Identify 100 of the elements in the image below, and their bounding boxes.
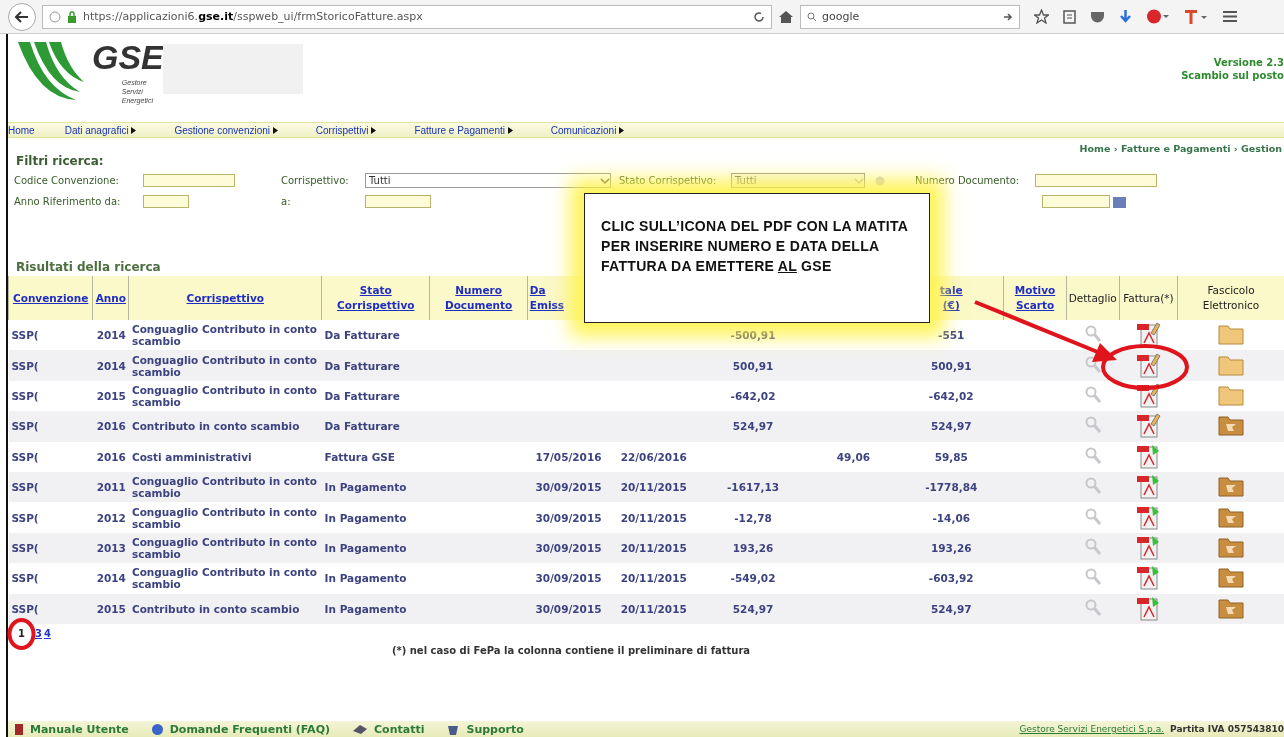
year-cell: 2016 [96, 420, 126, 433]
column-header[interactable]: Numero Documento [429, 276, 528, 320]
magnifier-icon[interactable] [1084, 355, 1101, 374]
convention-cell: SSP( [11, 450, 39, 463]
page-link[interactable]: 3 [34, 627, 42, 639]
calendar-icon[interactable] [1113, 195, 1126, 208]
filters-title: Filtri ricerca: [16, 154, 105, 168]
date-cell: 20/11/2015 [620, 602, 687, 615]
field-label: Codice Convenzione: [14, 175, 120, 186]
pdf-pencil-icon[interactable] [1135, 381, 1162, 408]
home-icon[interactable] [778, 9, 794, 24]
footer-link[interactable]: Domande Frequenti (FAQ) [169, 722, 330, 736]
input-field[interactable] [143, 174, 235, 187]
issue-date-cell: 17/05/2016 [535, 450, 602, 463]
date-cell: 20/11/2015 [620, 572, 687, 585]
date-cell: 20/11/2015 [620, 481, 687, 494]
amount-cell: -500,91 [730, 329, 776, 342]
input-field[interactable] [1035, 174, 1157, 187]
fee-cell: Conguaglio Contributo in conto scambio [131, 475, 317, 500]
column-header[interactable]: Corrispettivo [128, 276, 322, 320]
back-button[interactable] [8, 2, 36, 31]
input-field[interactable] [1042, 195, 1110, 208]
input-field[interactable] [143, 195, 189, 208]
menu-item[interactable]: Corrispettivi [315, 124, 377, 136]
input-field[interactable] [365, 195, 431, 208]
dropdown[interactable]: Tutti [365, 173, 611, 188]
amount-cell: -1617,13 [726, 481, 780, 494]
amount-cell: 500,91 [732, 359, 774, 372]
reload-icon[interactable] [753, 10, 765, 23]
footnote: (*) nel caso di FePa la colonna contiene il preliminare di fattura [390, 644, 752, 656]
total-cell: -551 [938, 329, 965, 342]
year-cell: 2013 [96, 541, 126, 554]
convention-cell: SSP( [11, 329, 39, 342]
folder-icon[interactable] [1217, 414, 1244, 437]
service-label: Scambio sul posto [1181, 69, 1284, 82]
folder-icon[interactable] [1217, 535, 1244, 558]
status-cell: Da Fatturare [324, 420, 400, 433]
fee-cell: Contributo in conto scambio [131, 420, 300, 433]
issue-date-cell: 30/09/2015 [535, 511, 602, 524]
total-cell: -603,92 [928, 572, 974, 585]
pdf-pencil-icon[interactable] [1135, 321, 1162, 348]
footer-link[interactable]: Contatti [374, 722, 425, 736]
menu-icon[interactable] [1222, 10, 1238, 23]
convention-cell: SSP( [11, 511, 39, 524]
folder-icon[interactable] [1217, 323, 1244, 346]
folder-icon[interactable] [1217, 475, 1244, 498]
convention-cell: SSP( [11, 481, 39, 494]
search-field[interactable]: google [800, 4, 1020, 29]
year-cell: 2015 [96, 389, 126, 402]
footer-link[interactable]: Manuale Utente [30, 722, 129, 736]
year-cell: 2014 [96, 572, 126, 585]
total-cell: -14,06 [932, 511, 971, 524]
issue-date-cell: 30/09/2015 [535, 572, 602, 585]
issue-date-cell: 30/09/2015 [535, 541, 602, 554]
version-label: Versione 2.3 [1212, 56, 1284, 69]
menu-item[interactable]: Fatture e Pagamenti [414, 124, 513, 136]
amount-cell: 524,97 [732, 602, 774, 615]
fee-cell: Conguaglio Contributo in conto scambio [131, 535, 317, 560]
column-header: Fascicolo Elettronico [1177, 276, 1284, 320]
folder-icon[interactable] [1217, 383, 1244, 406]
folder-icon[interactable] [1217, 566, 1244, 589]
status-cell: Da Fatturare [324, 329, 400, 342]
menu-item[interactable]: Home [8, 124, 35, 136]
results-title: Risultati della ricerca [16, 260, 161, 274]
info-icon[interactable] [49, 10, 61, 23]
folder-icon[interactable] [1217, 505, 1244, 528]
logo-text: GSE [92, 40, 164, 74]
folder-icon[interactable] [1217, 353, 1244, 376]
clipboard-icon[interactable] [1063, 9, 1076, 24]
footer-link[interactable]: Supporto [466, 722, 524, 736]
company-link[interactable]: Gestore Servizi Energetici S.p.a. [1019, 724, 1165, 734]
date-cell: 22/06/2016 [620, 450, 687, 463]
go-arrow-icon[interactable] [1003, 11, 1013, 22]
field-label: a: [281, 196, 292, 207]
year-cell: 2012 [96, 511, 126, 524]
convention-cell: SSP( [11, 541, 39, 554]
year-cell: 2014 [96, 359, 126, 372]
download-icon[interactable] [1119, 9, 1132, 24]
folder-icon[interactable] [1217, 596, 1244, 619]
menu-item[interactable]: Gestione convenzioni [174, 124, 278, 136]
address-bar[interactable]: https://applicazioni6.gse.it/sspweb_ui/frmStoricoFatture.aspx [42, 4, 772, 29]
fee-cell: Conguaglio Contributo in conto scambio [131, 566, 317, 591]
page-link[interactable]: 1 [18, 627, 25, 639]
column-header[interactable]: Anno [92, 276, 129, 320]
page-link[interactable]: 4 [43, 627, 51, 639]
field-label: Stato Corrispettivo: [619, 175, 718, 186]
pdf-pencil-icon[interactable] [1135, 351, 1162, 378]
tax-cell: 49,06 [836, 450, 870, 463]
menu-item[interactable]: Comunicazioni [550, 124, 625, 136]
letter-t-icon[interactable] [1184, 8, 1208, 25]
column-header[interactable]: Stato Corrispettivo [321, 276, 430, 320]
column-header[interactable]: Motivo Scarto [1003, 276, 1067, 320]
star-icon[interactable] [1034, 9, 1049, 24]
menu-item[interactable]: Dati anagrafici [64, 124, 137, 136]
pdf-pencil-icon[interactable] [1135, 412, 1162, 439]
column-header[interactable]: Convenzione [8, 276, 93, 320]
total-cell: 524,97 [930, 602, 972, 615]
status-cell: In Pagamento [324, 602, 407, 615]
fee-cell: Conguaglio Contributo in conto scambio [131, 383, 317, 408]
year-cell: 2015 [96, 602, 126, 615]
